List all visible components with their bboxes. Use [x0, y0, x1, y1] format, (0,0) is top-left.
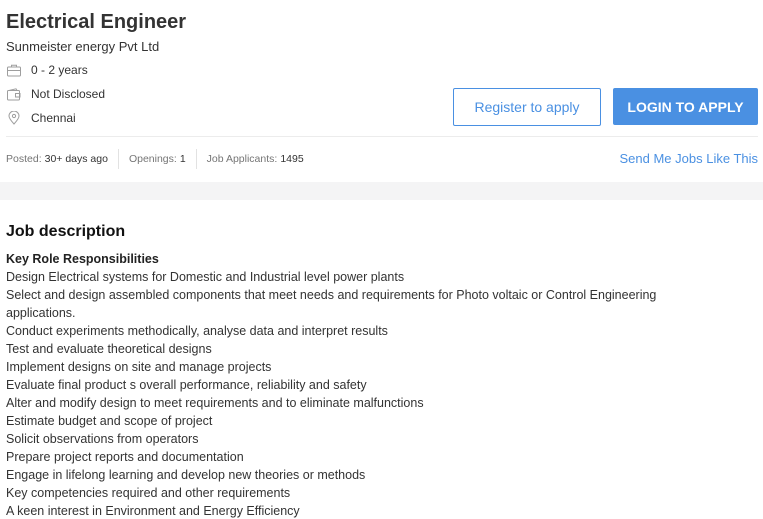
applicants-value: 1495 — [280, 153, 304, 165]
description-line: Alter and modify design to meet requirem… — [6, 396, 424, 410]
location-link[interactable]: Chennai — [31, 111, 76, 125]
login-to-apply-button[interactable]: LOGIN TO APPLY — [613, 88, 758, 125]
location-pin-icon — [6, 111, 21, 126]
salary-row: Not Disclosed — [6, 85, 105, 103]
company-name-link[interactable]: Sunmeister energy Pvt Ltd — [6, 39, 159, 55]
description-line: A keen interest in Environment and Energ… — [6, 504, 300, 518]
openings-stat: Openings: 1 — [129, 153, 186, 165]
openings-label: Openings: — [128, 153, 177, 165]
posted-value: 30+ days ago — [44, 153, 108, 165]
section-gap — [0, 182, 763, 200]
description-line: Test and evaluate theoretical designs — [6, 342, 212, 356]
description-line: Engage in lifelong learning and develop … — [6, 468, 366, 482]
posted-label: Posted: — [6, 153, 42, 165]
salary-text: Not Disclosed — [31, 87, 106, 101]
register-to-apply-button[interactable]: Register to apply — [453, 88, 601, 126]
stat-separator — [195, 149, 197, 169]
experience-row: 0 - 2 years — [6, 61, 88, 79]
description-line: Solicit observations from operators — [6, 432, 199, 446]
description-line: Design Electrical systems for Domestic a… — [6, 270, 405, 284]
header-divider — [6, 136, 758, 137]
description-line: Prepare project reports and documentatio… — [6, 450, 244, 464]
job-description-card: Job description Key Role Responsibilitie… — [0, 200, 763, 519]
description-line: Evaluate final product s overall perform… — [6, 378, 367, 392]
wallet-icon — [6, 87, 21, 102]
description-line: Select and design assembled components t… — [6, 288, 657, 320]
send-me-jobs-like-this-link[interactable]: Send Me Jobs Like This — [620, 151, 759, 166]
posted-stat: Posted: 30+ days ago — [6, 153, 108, 165]
job-header-card: Electrical Engineer Sunmeister energy Pv… — [0, 0, 763, 182]
location-row: Chennai — [6, 109, 76, 127]
job-stats: Posted: 30+ days ago Openings: 1 Job App… — [6, 148, 304, 170]
applicants-stat: Job Applicants: 1495 — [207, 153, 304, 165]
applicants-label: Job Applicants: — [206, 153, 278, 165]
experience-text: 0 - 2 years — [31, 63, 88, 77]
description-line: Key competencies required and other requ… — [6, 486, 291, 500]
description-line: Conduct experiments methodically, analys… — [6, 324, 388, 338]
description-line: Estimate budget and scope of project — [6, 414, 213, 428]
briefcase-icon — [6, 63, 21, 78]
stat-separator — [117, 149, 119, 169]
job-description-heading: Job description — [6, 223, 126, 240]
openings-value: 1 — [179, 153, 186, 165]
job-title: Electrical Engineer — [6, 11, 187, 33]
job-detail-page: Electrical Engineer Sunmeister energy Pv… — [0, 0, 763, 519]
responsibilities-subheading: Key Role Responsibilities — [6, 252, 159, 266]
job-description-body: Key Role Responsibilities Design Electri… — [6, 250, 726, 519]
description-line: Implement designs on site and manage pro… — [6, 360, 272, 374]
